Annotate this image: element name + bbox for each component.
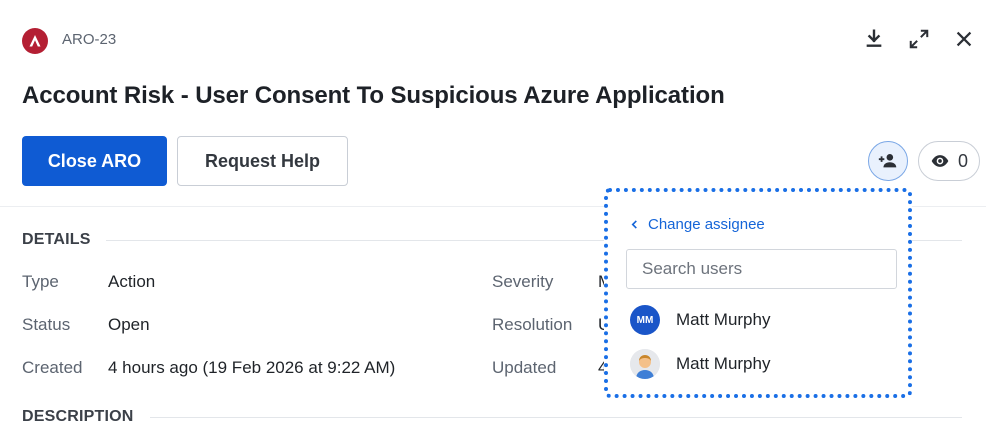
change-assignee-back-link[interactable]: Change assignee xyxy=(630,216,765,233)
user-option[interactable]: MM Matt Murphy xyxy=(630,303,900,337)
status-label: Status xyxy=(22,315,71,334)
close-icon[interactable] xyxy=(951,26,977,52)
created-value: 4 hours ago (19 Feb 2026 at 9:22 AM) xyxy=(108,358,396,377)
severity-label: Severity xyxy=(492,272,554,291)
search-users-input[interactable] xyxy=(626,249,897,289)
assignee-dropdown: Change assignee MM Matt Murphy Matt Murp… xyxy=(604,188,912,398)
brand-logo-icon xyxy=(22,28,48,54)
type-label: Type xyxy=(22,272,59,291)
eye-icon xyxy=(931,155,949,167)
resolution-label: Resolution xyxy=(492,315,573,334)
avatar: MM xyxy=(630,305,660,335)
add-person-icon xyxy=(878,154,897,168)
watchers-count: 0 xyxy=(957,150,968,171)
aro-detail-panel: ARO-23 Account Risk - User Consent To Su… xyxy=(0,0,986,430)
description-heading: DESCRIPTION xyxy=(22,408,134,425)
page-title: Account Risk - User Consent To Suspiciou… xyxy=(22,82,725,109)
description-rule xyxy=(150,417,962,418)
user-option-name: Matt Murphy xyxy=(676,310,771,329)
chevron-left-icon xyxy=(631,220,637,229)
download-icon[interactable] xyxy=(861,26,887,52)
user-option[interactable]: Matt Murphy xyxy=(630,347,900,381)
person-avatar-icon xyxy=(630,349,660,379)
status-value: Open xyxy=(108,315,150,334)
details-heading: DETAILS xyxy=(22,231,91,248)
updated-label: Updated xyxy=(492,358,557,377)
user-option-name: Matt Murphy xyxy=(676,354,771,373)
assign-user-button[interactable] xyxy=(868,141,908,181)
created-label: Created xyxy=(22,358,83,377)
request-help-button[interactable]: Request Help xyxy=(177,136,348,186)
expand-icon[interactable] xyxy=(906,26,932,52)
change-assignee-label: Change assignee xyxy=(648,216,765,233)
close-aro-button[interactable]: Close ARO xyxy=(22,136,167,186)
ticket-id: ARO-23 xyxy=(62,31,117,48)
type-value: Action xyxy=(108,272,156,291)
watchers-button[interactable]: 0 xyxy=(918,141,980,181)
